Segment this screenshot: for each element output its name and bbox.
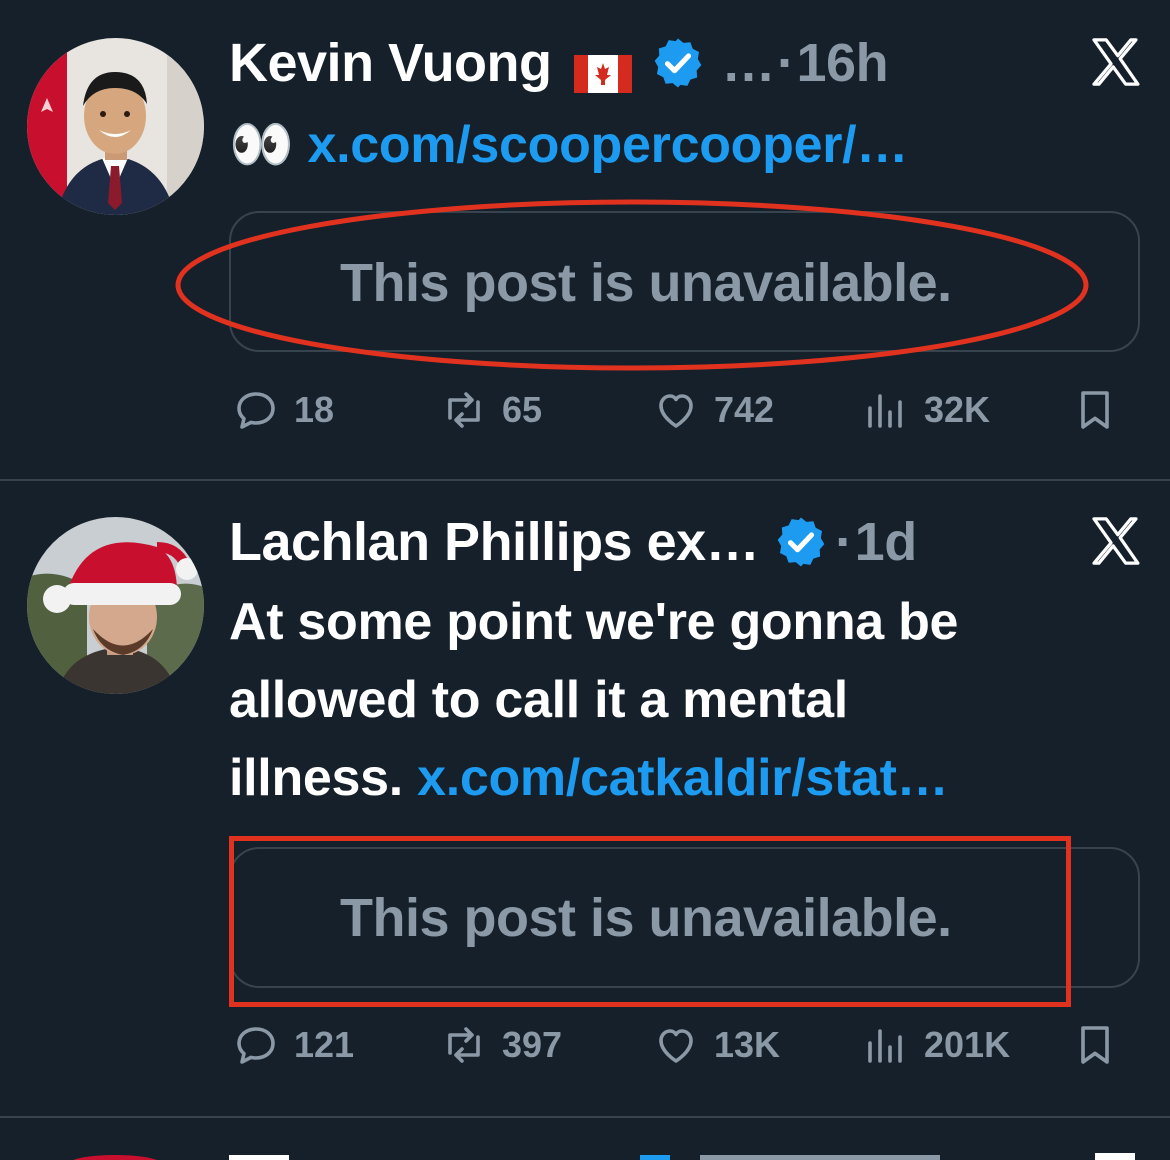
time-separator: · [777, 33, 795, 93]
like-count: 13K [714, 1024, 781, 1065]
reply-count: 121 [294, 1024, 355, 1065]
post-link[interactable]: x.com/scoopercooper/… [307, 116, 908, 174]
post-text-line: allowed to call it a mental [229, 671, 848, 729]
canada-flag-icon [573, 44, 632, 93]
x-close-icon[interactable] [1087, 34, 1143, 90]
post-link[interactable]: x.com/catkaldir/stat… [417, 749, 949, 807]
like-button[interactable]: 742 [652, 386, 774, 434]
post-text-line: At some point we're gonna be [229, 593, 959, 651]
bookmark-button[interactable] [1071, 386, 1119, 434]
repost-arrows-icon [448, 392, 480, 428]
repost-count: 397 [502, 1024, 563, 1065]
view-count: 201K [924, 1024, 1011, 1065]
verified-badge-icon [773, 514, 829, 570]
reply-bubble-icon [237, 392, 275, 429]
bookmark-icon [1081, 1026, 1109, 1064]
views-button[interactable]: 201K [862, 1021, 1010, 1069]
timeline: { "posts": [ { "author": "Kevin Vuong", … [0, 0, 1170, 1160]
post-lachlan-phillips[interactable]: Lachlan Phillips ex… · 1d At some point … [0, 481, 1170, 1116]
author-avatar[interactable] [27, 517, 204, 694]
view-count: 32K [924, 389, 991, 430]
post-time[interactable]: 16h [797, 32, 889, 94]
post-time[interactable]: 1d [855, 511, 918, 573]
reply-bubble-icon [237, 1027, 275, 1064]
reply-button[interactable]: 121 [232, 1021, 354, 1069]
post-text: 👀 x.com/scoopercooper/… [229, 106, 908, 184]
like-count: 742 [714, 389, 775, 430]
action-bar: 18 65 742 32K [0, 386, 1170, 446]
post-divider [0, 1116, 1170, 1118]
handle-truncated: … [721, 33, 776, 93]
bookmark-button[interactable] [1071, 1021, 1119, 1069]
views-button[interactable]: 32K [862, 386, 990, 434]
post-text-line: illness. x.com/catkaldir/stat… [229, 739, 958, 817]
post-text-fragment: illness. [229, 749, 403, 807]
eyes-emoji: 👀 [229, 116, 294, 174]
bookmark-icon [1081, 391, 1109, 429]
author-avatar[interactable] [27, 38, 204, 215]
post-header: Lachlan Phillips ex… · 1d [229, 509, 917, 575]
next-post-peek [0, 1148, 1170, 1160]
time-separator: · [835, 512, 853, 572]
bar-chart-icon [868, 1029, 902, 1063]
like-button[interactable]: 13K [652, 1021, 780, 1069]
post-kevin-vuong[interactable]: Kevin Vuong … · 16h 👀 x.com/scoopercooper… [0, 0, 1170, 479]
heart-icon [659, 1029, 693, 1063]
unavailable-notice: This post is unavailable. [340, 253, 952, 313]
bar-chart-icon [868, 394, 902, 428]
post-header: Kevin Vuong … · 16h [229, 30, 889, 96]
author-name[interactable]: Lachlan Phillips ex… [229, 511, 760, 573]
author-name[interactable]: Kevin Vuong [229, 32, 552, 94]
reply-count: 18 [294, 389, 335, 430]
verified-badge-icon [650, 35, 706, 91]
heart-icon [659, 394, 693, 428]
repost-button[interactable]: 397 [440, 1021, 562, 1069]
repost-count: 65 [502, 389, 543, 430]
x-close-icon[interactable] [1087, 513, 1143, 569]
post-text: At some point we're gonna be allowed to … [229, 583, 958, 817]
reply-button[interactable]: 18 [232, 386, 334, 434]
action-bar: 121 397 13K 201K [0, 1021, 1170, 1081]
repost-arrows-icon [448, 1027, 480, 1063]
unavailable-notice: This post is unavailable. [340, 888, 952, 948]
repost-button[interactable]: 65 [440, 386, 542, 434]
